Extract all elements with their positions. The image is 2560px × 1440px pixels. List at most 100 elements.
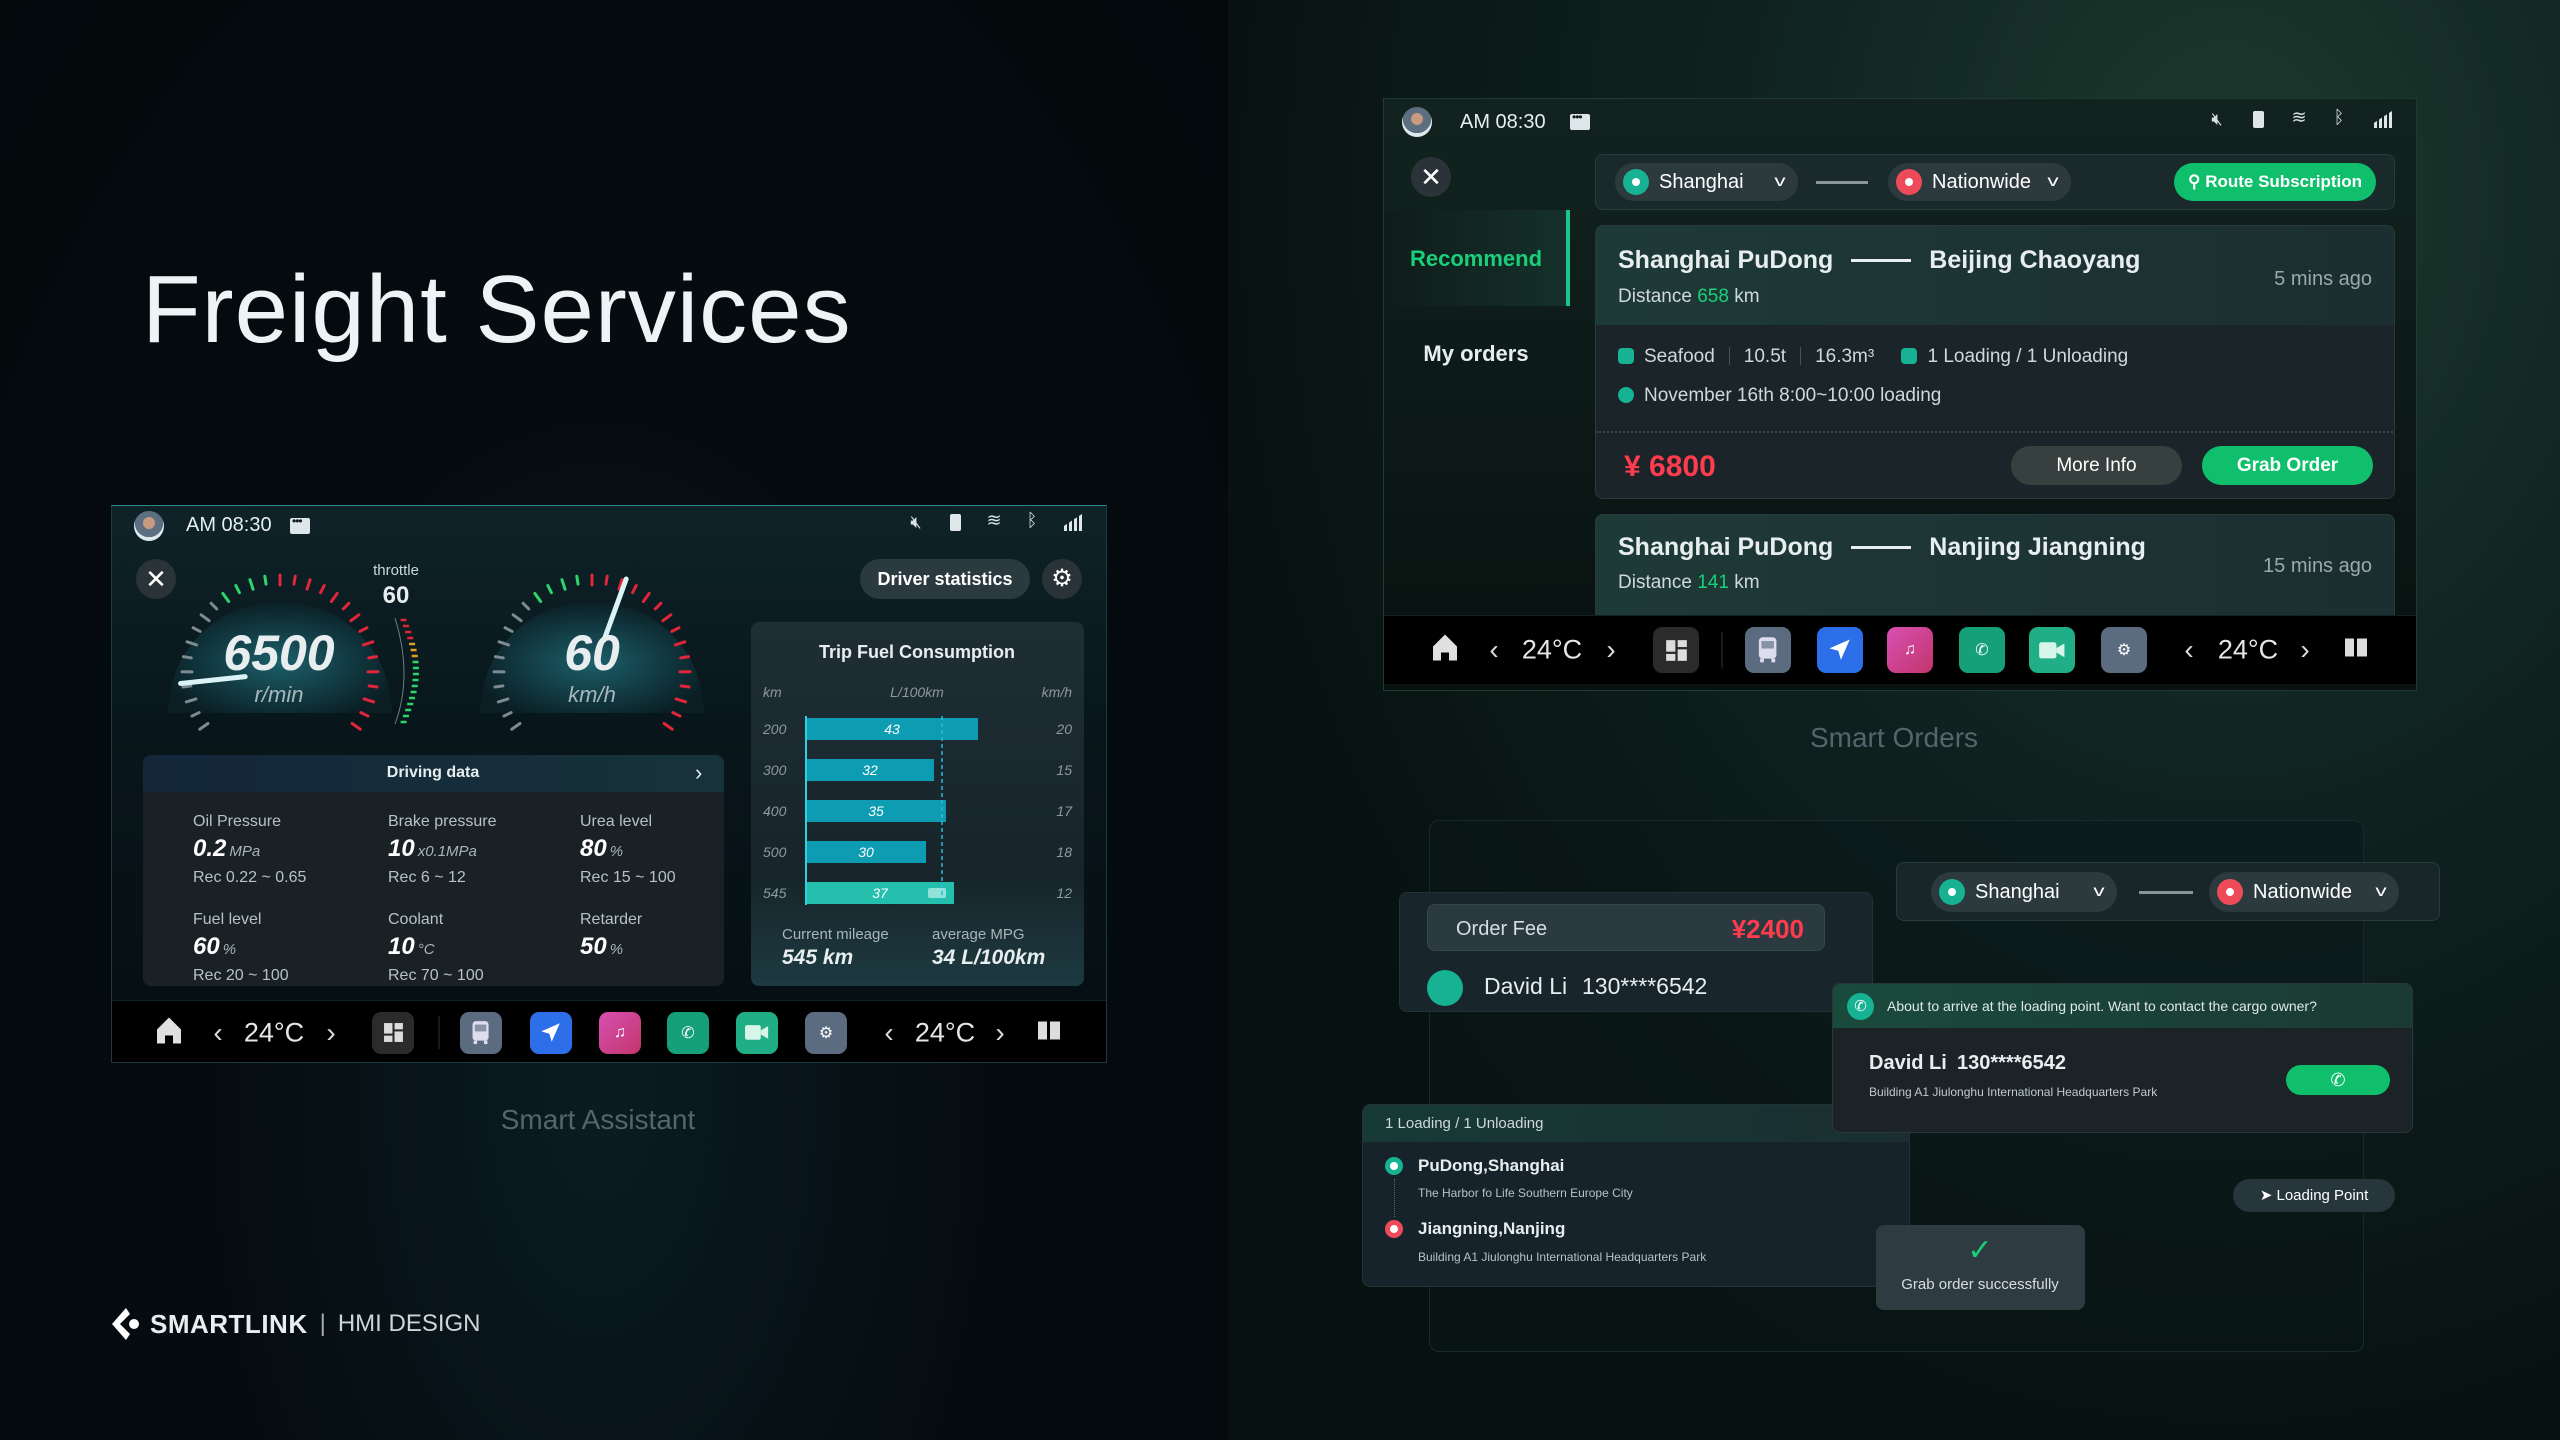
bluetooth-icon: ᛒ bbox=[2333, 107, 2345, 127]
truck-marker-icon bbox=[928, 888, 946, 898]
truck-app-icon[interactable] bbox=[460, 1011, 502, 1054]
item-label: Coolant bbox=[388, 911, 444, 928]
chevron-down-icon: v bbox=[2093, 883, 2105, 900]
temp-decrease-button[interactable]: ‹ bbox=[213, 1017, 222, 1049]
destination-dropdown[interactable]: Nationwide v bbox=[2209, 872, 2399, 912]
destination-dropdown[interactable]: Nationwide v bbox=[1888, 163, 2071, 201]
grab-order-button[interactable]: Grab Order bbox=[2202, 446, 2373, 485]
gauge-tick bbox=[604, 574, 609, 586]
phone-app-icon[interactable]: ✆ bbox=[1959, 627, 2005, 673]
navigation-app-icon[interactable] bbox=[530, 1011, 572, 1054]
temp-increase-button[interactable]: › bbox=[326, 1017, 335, 1049]
dock-divider bbox=[1721, 631, 1723, 669]
gauge-tick bbox=[546, 584, 553, 595]
speed-label: 20 bbox=[1055, 721, 1072, 737]
order-price: ¥ 6800 bbox=[1624, 450, 1716, 483]
gauge-tick bbox=[493, 684, 505, 689]
route-filter-bar: Shanghai v Nationwide v ⚲ Route Subscrip… bbox=[1595, 154, 2395, 210]
popup-message: About to arrive at the loading point. Wa… bbox=[1887, 998, 2317, 1014]
value-unit: °C bbox=[417, 941, 435, 958]
gauge-tick bbox=[510, 721, 522, 731]
mute-icon[interactable]: 🔇︎ bbox=[2211, 109, 2222, 130]
speed-label: 15 bbox=[1056, 762, 1072, 778]
more-info-button[interactable]: More Info bbox=[2011, 446, 2182, 485]
speed-unit: km/h bbox=[568, 682, 616, 707]
sidebar-item-recommend[interactable]: Recommend bbox=[1384, 210, 1570, 306]
temp-decrease-button[interactable]: ‹ bbox=[884, 1017, 893, 1049]
music-app-icon[interactable]: ♫ bbox=[599, 1011, 641, 1054]
temp-increase-button[interactable]: › bbox=[1606, 634, 1615, 666]
call-button[interactable]: ✆ bbox=[2286, 1065, 2390, 1095]
video-app-icon[interactable] bbox=[2029, 627, 2075, 673]
phone-app-icon[interactable]: ✆ bbox=[667, 1011, 709, 1054]
sidebar-item-label: Recommend bbox=[1409, 246, 1543, 271]
temp-increase-button[interactable]: › bbox=[2300, 634, 2309, 666]
video-app-icon[interactable] bbox=[736, 1011, 778, 1054]
bar-value-label: 35 bbox=[868, 803, 884, 819]
music-app-icon[interactable]: ♫ bbox=[1887, 627, 1933, 673]
mute-icon[interactable]: 🔇︎ bbox=[910, 512, 921, 533]
driving-data-header[interactable]: Driving data › bbox=[143, 755, 724, 792]
origin-dropdown[interactable]: Shanghai v bbox=[1931, 872, 2117, 912]
temp-increase-button[interactable]: › bbox=[995, 1017, 1004, 1049]
avatar[interactable] bbox=[134, 511, 164, 541]
contact-phone: 130****6542 bbox=[1582, 973, 1708, 999]
message-icon[interactable] bbox=[290, 514, 310, 534]
settings-app-icon[interactable]: ⚙ bbox=[2101, 627, 2147, 673]
brand-separator: | bbox=[319, 1310, 326, 1337]
split-screen-icon[interactable] bbox=[2344, 636, 2368, 665]
home-icon[interactable] bbox=[1431, 633, 1459, 668]
order-fee-box: Order Fee ¥2400 bbox=[1427, 904, 1825, 951]
value-unit: % bbox=[609, 843, 624, 860]
dropoff-pin-icon bbox=[1385, 1220, 1403, 1238]
close-button[interactable]: ✕ bbox=[1411, 157, 1451, 197]
route-arrow-icon bbox=[1851, 546, 1912, 549]
widgets-icon[interactable] bbox=[372, 1011, 414, 1054]
fuel-chart: 43 200 20 32 300 15 35 400 17 30 500 18 37 545 12 bbox=[762, 716, 1073, 905]
origin-dropdown[interactable]: Shanghai v bbox=[1615, 163, 1798, 201]
loading-point-button[interactable]: ➤ Loading Point bbox=[2233, 1179, 2395, 1212]
cargo-type: Seafood bbox=[1644, 346, 1715, 367]
navigation-app-icon[interactable] bbox=[1817, 627, 1863, 673]
item-value: 10 °C bbox=[388, 933, 484, 961]
settings-app-icon[interactable]: ⚙ bbox=[805, 1011, 847, 1054]
driver-statistics-button[interactable]: Driver statistics bbox=[860, 559, 1030, 599]
mpg-value: 34 L/100km bbox=[932, 946, 1046, 969]
temp-decrease-button[interactable]: ‹ bbox=[2184, 634, 2193, 666]
message-icon[interactable] bbox=[1570, 110, 1590, 130]
order-fee-value: ¥2400 bbox=[1731, 914, 1804, 944]
split-screen-icon[interactable] bbox=[1037, 1018, 1061, 1047]
value-number: 50 bbox=[580, 933, 607, 960]
gauge-tick bbox=[190, 711, 201, 718]
order-time-ago: 5 mins ago bbox=[2274, 268, 2372, 290]
avatar[interactable] bbox=[1402, 107, 1432, 137]
home-icon[interactable] bbox=[155, 1015, 183, 1050]
route-arrow-icon bbox=[1851, 259, 1912, 262]
temp-decrease-button[interactable]: ‹ bbox=[1489, 634, 1498, 666]
chevron-right-icon[interactable]: › bbox=[695, 760, 702, 786]
sidebar-item-label: My orders bbox=[1423, 341, 1529, 366]
item-recommended-range: Rec 6 ~ 12 bbox=[388, 869, 466, 886]
wifi-icon: ≋ bbox=[2291, 107, 2307, 127]
contact-avatar-icon bbox=[1427, 970, 1463, 1006]
truck-app-icon[interactable] bbox=[1745, 627, 1791, 673]
item-label: Urea level bbox=[580, 813, 653, 830]
gauge-tick bbox=[221, 591, 231, 604]
card-divider bbox=[1596, 431, 2394, 433]
item-value: 80% bbox=[580, 835, 676, 863]
pickup-address: The Harbor fo Life Southern Europe City bbox=[1418, 1186, 1633, 1200]
throttle-label: throttle bbox=[373, 562, 419, 579]
sidebar-item-my-orders[interactable]: My orders bbox=[1384, 329, 1570, 379]
gauge-tick bbox=[199, 613, 211, 623]
gauge-tick bbox=[367, 655, 379, 660]
detail-route-filter: Shanghai v Nationwide v bbox=[1896, 862, 2440, 921]
route-subscription-button[interactable]: ⚲ Route Subscription bbox=[2174, 163, 2376, 201]
widgets-icon[interactable] bbox=[1653, 627, 1699, 673]
order-distance: Distance 658 km bbox=[1618, 286, 1760, 308]
bar-value-label: 30 bbox=[858, 844, 874, 860]
order-card[interactable]: Shanghai PuDong Beijing Chaoyang Distanc… bbox=[1595, 225, 2395, 499]
settings-button[interactable]: ⚙ bbox=[1042, 559, 1082, 599]
temperature-left: 24°C bbox=[1521, 634, 1583, 665]
value-number: 0.2 bbox=[193, 835, 227, 862]
order-cargo-info: Seafood 10.5t 16.3m³ 1 Loading / 1 Unloadi… bbox=[1618, 346, 2128, 368]
